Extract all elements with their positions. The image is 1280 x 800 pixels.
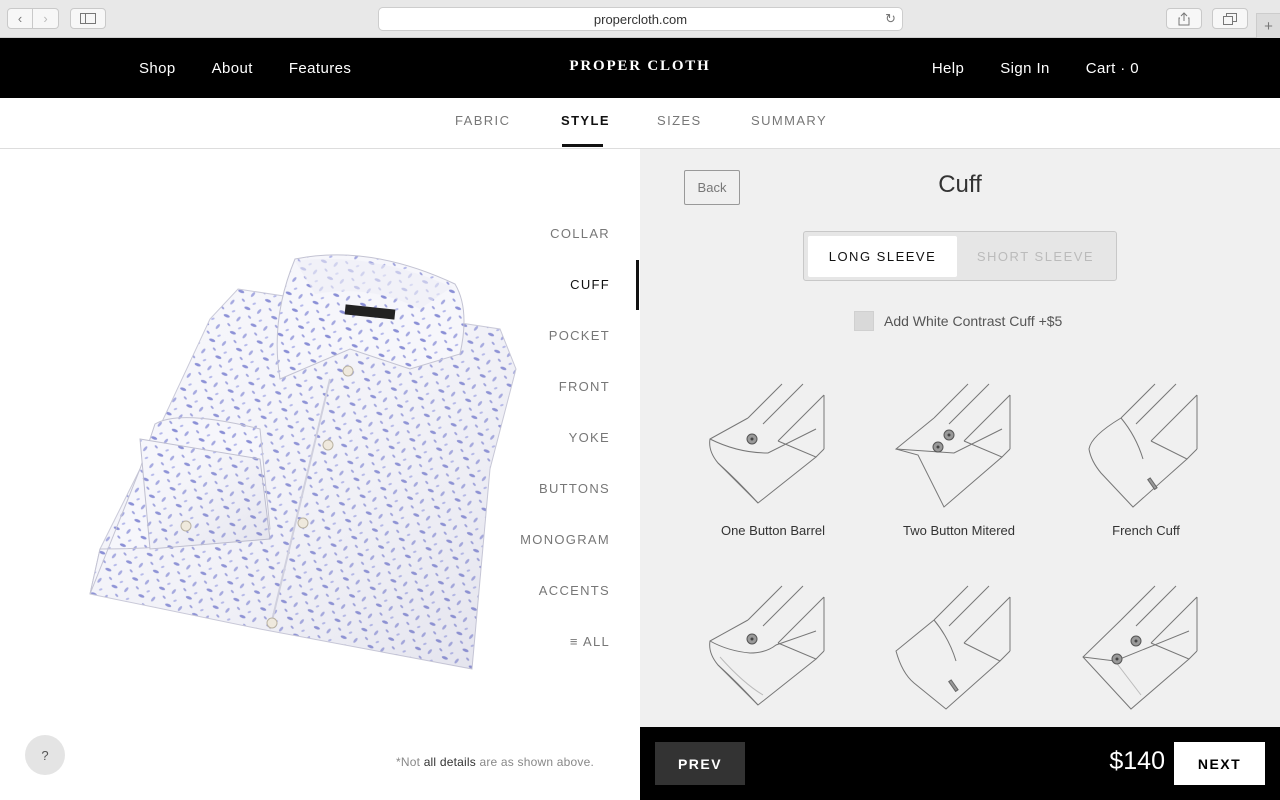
one-button-barrel-cuff-icon [709,383,825,504]
two-button-barrel-cuff-icon [1082,585,1198,710]
rounded-one-button-cuff-icon [709,585,825,706]
next-button[interactable]: NEXT [1174,742,1265,785]
shirt-preview-image [80,249,520,684]
cuff-option-two-button-mitered[interactable]: Two Button Mitered [879,381,1039,538]
cuff-label: Two Button Mitered [903,523,1015,538]
cuff-option-rounded-one-button[interactable] [693,583,853,711]
price-display: $140 [1109,747,1165,775]
option-monogram[interactable]: MONOGRAM [520,532,610,547]
option-cuff[interactable]: CUFF [570,277,610,292]
option-yoke[interactable]: YOKE [569,430,610,445]
contrast-cuff-option[interactable]: Add White Contrast Cuff +$5 [854,311,1062,331]
url-text: propercloth.com [593,11,688,27]
sidebar-toggle-icon[interactable] [70,8,106,29]
reload-icon[interactable]: ↻ [885,11,896,27]
nav-help[interactable]: Help [932,60,964,77]
tab-style[interactable]: STYLE [561,113,610,128]
active-tab-indicator [562,144,603,147]
two-button-mitered-cuff-icon [894,383,1011,508]
cuff-option-one-button-barrel[interactable]: One Button Barrel [693,381,853,538]
tab-fabric[interactable]: FABRIC [455,113,510,128]
tabs-overview-icon[interactable] [1212,8,1248,29]
configurator-steps: FABRIC STYLE SIZES SUMMARY [0,98,1280,149]
option-all[interactable]: ≡ ALL [570,634,610,649]
preview-disclaimer: *Not all details are as shown above. [396,755,594,769]
option-pocket[interactable]: POCKET [549,328,610,343]
sleeve-toggle: LONG SLEEVE SHORT SLEEVE [803,231,1117,281]
short-sleeve-option[interactable]: SHORT SLEEVE [957,236,1114,277]
cuff-options-panel: Back Cuff LONG SLEEVE SHORT SLEEVE Add W… [640,149,1280,727]
share-icon[interactable] [1166,8,1202,29]
account-nav: Help Sign In Cart · 0 [932,38,1139,98]
prev-button[interactable]: PREV [655,742,745,785]
option-all-label: ALL [582,634,610,649]
option-front[interactable]: FRONT [559,379,610,394]
tab-summary[interactable]: SUMMARY [751,113,827,128]
panel-title: Cuff [938,171,982,198]
cuff-option-french-cuff[interactable]: French Cuff [1066,381,1226,538]
help-button[interactable]: ? [25,735,65,775]
option-buttons[interactable]: BUTTONS [539,481,610,496]
new-tab-icon[interactable]: + [1256,13,1280,38]
configurator-footer: PREV $140 NEXT [640,727,1280,800]
forward-arrow-icon[interactable]: › [33,8,59,29]
tab-sizes[interactable]: SIZES [657,113,702,128]
option-collar[interactable]: COLLAR [550,226,610,241]
history-buttons: ‹ › [7,8,59,29]
nav-sign-in[interactable]: Sign In [1000,60,1050,77]
hamburger-icon: ≡ [569,634,583,649]
nav-cart[interactable]: Cart · 0 [1086,60,1139,77]
address-bar[interactable]: propercloth.com ↻ [378,7,903,31]
french-cuff-icon [1088,383,1198,508]
disclaimer-suffix: are as shown above. [475,755,594,769]
cuff-option-french-alt[interactable] [879,583,1039,711]
site-header: Shop About Features PROPER CLOTH Help Si… [0,38,1280,98]
browser-toolbar: ‹ › propercloth.com ↻ + [0,0,1280,38]
cuff-option-two-button-barrel[interactable] [1066,583,1226,711]
option-accents[interactable]: ACCENTS [539,583,610,598]
back-arrow-icon[interactable]: ‹ [7,8,33,29]
french-cuff-alt-icon [895,585,1011,710]
contrast-cuff-checkbox[interactable] [854,311,874,331]
cuff-label: One Button Barrel [720,523,826,538]
active-option-indicator [636,260,639,310]
disclaimer-bold: all details [423,755,476,769]
long-sleeve-option[interactable]: LONG SLEEVE [808,236,957,277]
shirt-preview-panel: COLLAR CUFF POCKET FRONT YOKE BUTTONS MO… [0,149,640,800]
contrast-cuff-label: Add White Contrast Cuff +$5 [884,313,1063,329]
disclaimer-prefix: *Not [396,755,424,769]
cuff-label: French Cuff [1112,523,1180,538]
